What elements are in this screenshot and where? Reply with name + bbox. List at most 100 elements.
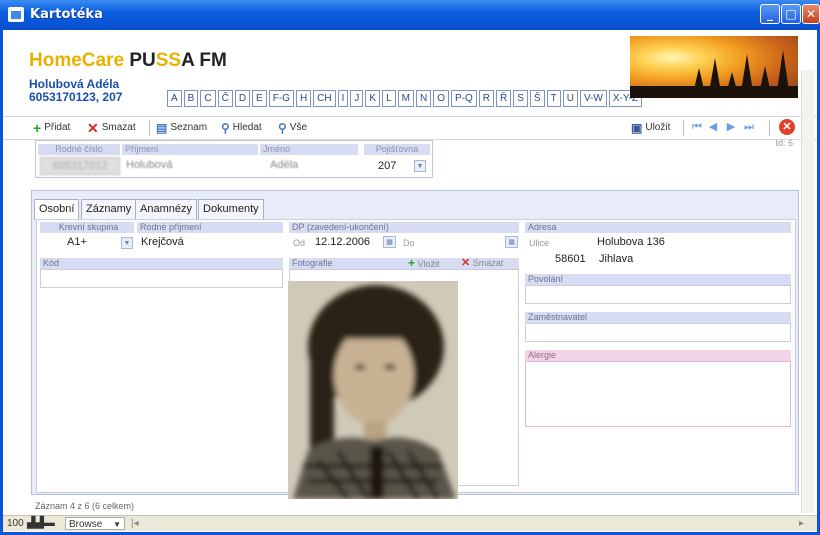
alphabet-letter[interactable]: Ř [496, 90, 512, 107]
rodne-prijmeni-value[interactable]: Krejčová [141, 235, 184, 249]
logo-ss: SS [155, 50, 182, 71]
alphabet-letter[interactable]: H [295, 90, 312, 107]
sunset-banner-image [630, 36, 798, 98]
alphabet-letter[interactable]: N [415, 90, 432, 107]
add-button[interactable]: + Přidat [33, 120, 70, 136]
search-button[interactable]: ⚲ Hledat [221, 120, 262, 136]
chevron-down-icon: ▼ [113, 520, 121, 529]
horizontal-scroll-left[interactable]: |◂ [131, 517, 139, 530]
save-button[interactable]: ▣ Uložit [631, 120, 670, 136]
exit-icon[interactable]: ✕ [779, 119, 795, 135]
rodne-prijmeni-label: Rodné příjmení [137, 222, 283, 233]
mesto-value[interactable]: Jihlava [599, 252, 633, 266]
logo-pu: PU [129, 50, 156, 71]
record-id: Id: 6 [775, 138, 793, 148]
od-label: Od [293, 238, 306, 248]
record-header: Rodné číslo 605317012 Příjmení Holubová … [35, 140, 433, 178]
alphabet-letter[interactable]: S [513, 90, 528, 107]
alphabet-letter[interactable]: T [546, 90, 561, 107]
adresa-label: Adresa [525, 222, 791, 233]
title-bar[interactable]: Kartotéka _ □ ✕ [0, 0, 820, 30]
alphabet-letter[interactable]: K [365, 90, 381, 107]
pojistovna-dropdown-icon[interactable]: ▼ [414, 160, 426, 172]
window-content: HomeCare PUSSA FM Holubová Adéla 6053170… [3, 30, 817, 531]
show-all-button[interactable]: ⚲ Vše [278, 120, 307, 136]
zoom-level[interactable]: 100 [7, 517, 24, 530]
horizontal-scroll-right[interactable]: ▸ [799, 517, 804, 530]
logo-afm: A FM [181, 50, 227, 71]
zoom-icons[interactable]: ▟▟▬ [27, 517, 55, 530]
alphabet-letter[interactable]: U [562, 90, 578, 107]
pojistovna-label: Pojišťovna [364, 144, 430, 155]
alphabet-letter[interactable]: P-Q [451, 90, 477, 107]
x-icon: ✕ [461, 257, 471, 269]
pojistovna-field[interactable]: 207 [378, 158, 396, 174]
alergie-field[interactable] [525, 361, 791, 427]
alphabet-letter[interactable]: F-G [268, 90, 294, 107]
alphabet-letter[interactable]: J [350, 90, 364, 107]
povolani-field[interactable] [525, 285, 791, 304]
last-record-icon[interactable]: ⏭ [743, 121, 755, 134]
alphabet-letter[interactable]: E [252, 90, 267, 107]
od-calendar-icon[interactable]: ▦ [383, 236, 396, 248]
foto-smazat-button[interactable]: ✕ Smazat [461, 257, 503, 269]
alphabet-letter[interactable]: B [183, 90, 199, 107]
zamestnavatel-field[interactable] [525, 323, 791, 342]
prijmeni-field[interactable]: Holubová [126, 157, 172, 173]
delete-button[interactable]: ✕ Smazat [87, 120, 136, 136]
close-button[interactable]: ✕ [802, 4, 820, 24]
alphabet-letter[interactable]: C [200, 90, 216, 107]
previous-record-icon[interactable]: ◀ [707, 121, 719, 134]
ulice-value[interactable]: Holubova 136 [597, 235, 665, 249]
first-record-icon[interactable]: ⏮ [691, 121, 703, 134]
rodne-cislo-field[interactable]: 605317012 [40, 157, 120, 175]
toolbar: + Přidat ✕ Smazat ▤ Seznam ⚲ Hledat ⚲ Vše ▣ Ul… [3, 116, 817, 140]
app-icon [8, 7, 24, 22]
alphabet-letter[interactable]: D [234, 90, 251, 107]
list-icon: ▤ [156, 121, 168, 135]
alergie-label: Alergie [525, 350, 791, 361]
povolani-label: Povolání [525, 274, 791, 285]
mode-select[interactable]: Browse ▼ [65, 517, 125, 530]
alphabet-letter[interactable]: I [337, 90, 349, 107]
next-record-icon[interactable]: ▶ [725, 121, 737, 134]
alphabet-letter[interactable]: L [382, 90, 396, 107]
floppy-icon: ▣ [631, 121, 643, 135]
maximize-button[interactable]: □ [781, 4, 801, 24]
alphabet-letter[interactable]: R [478, 90, 495, 107]
alphabet-letter[interactable]: A [167, 90, 182, 107]
main-window: Kartotéka _ □ ✕ HomeCare PUSSA FM Holubo… [0, 0, 820, 535]
alphabet-letter[interactable]: Č [217, 90, 233, 107]
alphabet-letter[interactable]: CH [313, 90, 336, 107]
tab-zaznamy[interactable]: Záznamy [81, 199, 137, 219]
od-value[interactable]: 12.12.2006 [315, 235, 370, 249]
minimize-button[interactable]: _ [760, 4, 780, 24]
krevni-skupina-dropdown-icon[interactable]: ▼ [121, 237, 133, 249]
list-button[interactable]: ▤ Seznam [156, 120, 207, 136]
alphabet-letter[interactable]: O [433, 90, 449, 107]
logo-homecare: HomeCare [29, 50, 125, 71]
jmeno-label: Jméno [260, 144, 358, 155]
krevni-skupina-value[interactable]: A1+ [67, 235, 87, 249]
tab-dokumenty[interactable]: Dokumenty [198, 199, 264, 219]
tab-osobni[interactable]: Osobní [34, 199, 80, 220]
plus-icon: + [33, 120, 42, 136]
jmeno-field[interactable]: Adéla [270, 157, 298, 173]
rodne-cislo-label: Rodné číslo [38, 144, 120, 155]
ulice-label: Ulice [529, 238, 550, 248]
toolbar-separator [683, 120, 684, 136]
dp-label: DP (zavedení-ukončení) [289, 222, 519, 233]
do-label: Do [403, 238, 415, 248]
psc-value[interactable]: 58601 [555, 252, 586, 266]
search-icon: ⚲ [221, 121, 230, 135]
alphabet-letter[interactable]: M [397, 90, 414, 107]
app-logo: HomeCare PUSSA FM [29, 50, 227, 72]
do-calendar-icon[interactable]: ▦ [505, 236, 518, 248]
vertical-scrollbar[interactable] [801, 70, 814, 513]
patient-photo[interactable] [288, 281, 458, 499]
window-title: Kartotéka [30, 7, 103, 22]
kod-field[interactable] [40, 269, 283, 288]
alphabet-letter[interactable]: V-W [579, 90, 607, 107]
alphabet-letter[interactable]: Š [529, 90, 545, 107]
tab-anamnezy[interactable]: Anamnézy [135, 199, 197, 219]
